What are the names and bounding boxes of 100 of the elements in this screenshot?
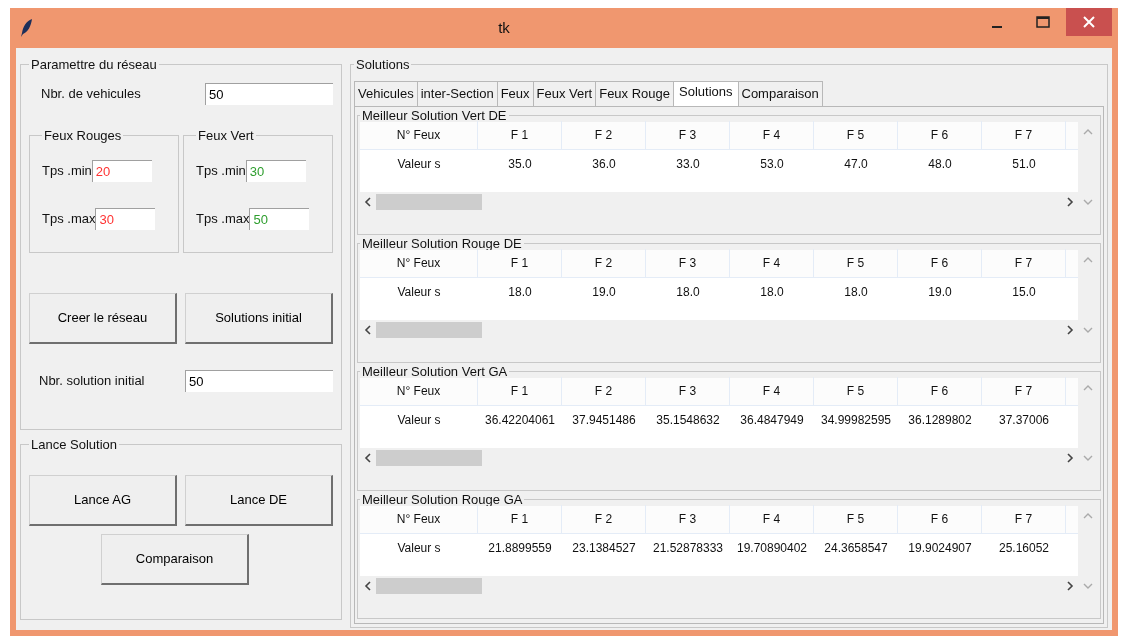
column-header: F 5 (814, 249, 898, 277)
input-field[interactable]: 50 (185, 370, 333, 392)
scroll-left-icon[interactable] (364, 580, 372, 591)
table-cell-text: 19.70890402 (735, 539, 809, 557)
action-button[interactable]: Lance DE (185, 475, 333, 526)
scroll-thumb[interactable] (376, 449, 482, 466)
column-header: F 7 (982, 121, 1066, 149)
scroll-up-icon[interactable] (1083, 511, 1093, 520)
scroll-down-icon[interactable] (1083, 325, 1093, 334)
feather-icon (20, 18, 34, 38)
column-header: F 3 (646, 505, 730, 533)
input-field[interactable]: 30 (245, 160, 306, 182)
group-title: Feux Rouges (43, 129, 123, 142)
column-header: N° Feux (360, 505, 478, 533)
table-cell-text: 51.0 (1011, 155, 1037, 173)
scroll-right-icon[interactable] (1066, 580, 1074, 591)
row-label: Valeur s (396, 411, 442, 429)
column-header: F 7 (982, 505, 1066, 533)
field-label: Tps .max (196, 210, 250, 229)
table-cell-text: 35.1548632 (655, 411, 721, 429)
column-header: F 4 (730, 249, 814, 277)
column-header: F 2 (562, 377, 646, 405)
column-header: F 5 (814, 121, 898, 149)
input-field[interactable]: 20 (91, 160, 152, 182)
scroll-right-icon[interactable] (1066, 324, 1074, 335)
column-header: F 6 (898, 505, 982, 533)
scroll-left-icon[interactable] (364, 324, 372, 335)
scroll-left-icon[interactable] (364, 452, 372, 463)
table-cell-text: 37.9451486 (571, 411, 637, 429)
scroll-up-icon[interactable] (1083, 127, 1093, 136)
close-button[interactable] (1066, 8, 1112, 36)
column-header: F 1 (478, 377, 562, 405)
input-field[interactable]: 50 (205, 83, 333, 105)
group-title: Meilleur Solution Vert DE (361, 108, 508, 122)
column-header: F 1 (478, 121, 562, 149)
group-title: Solutions (355, 58, 411, 71)
table-cell-text: 35.0 (507, 155, 533, 173)
action-button[interactable]: Lance AG (29, 475, 177, 526)
column-header: F 5 (814, 377, 898, 405)
table-cell-text: 34.99982595 (819, 411, 893, 429)
table-cell-text: 36.0 (591, 155, 617, 173)
column-header: F 4 (730, 121, 814, 149)
table-cell-text: 18.0 (843, 283, 869, 301)
table-cell-text: 19.9024907 (907, 539, 973, 557)
scroll-up-icon[interactable] (1083, 255, 1093, 264)
scroll-down-icon[interactable] (1083, 581, 1093, 590)
tab[interactable]: Solutions (673, 81, 739, 106)
column-header: F 7 (982, 377, 1066, 405)
scroll-up-icon[interactable] (1083, 383, 1093, 392)
column-header: F 3 (646, 249, 730, 277)
table-cell-text: 37.37006 (997, 411, 1051, 429)
table-cell-text: 33.0 (675, 155, 701, 173)
field-label: Tps .min (196, 162, 246, 181)
column-header: F 2 (562, 249, 646, 277)
input-field[interactable]: 50 (249, 208, 310, 230)
table-cell-text: 18.0 (759, 283, 785, 301)
input-field[interactable]: 30 (95, 208, 156, 230)
column-header: F 1 (478, 249, 562, 277)
table-cell-text: 36.1289802 (907, 411, 973, 429)
group-title: Paramettre du réseau (30, 58, 158, 71)
window-title: tk (497, 17, 511, 38)
scroll-right-icon[interactable] (1066, 196, 1074, 207)
field-label: Tps .min (42, 162, 92, 181)
maximize-icon (1036, 16, 1050, 28)
field-label: Tps .max (42, 210, 96, 229)
table-cell-text: 25.16052 (997, 539, 1051, 557)
row-label: Valeur s (396, 539, 442, 557)
table-cell-text: 18.0 (675, 283, 701, 301)
column-header: F 2 (562, 121, 646, 149)
column-header: F 4 (730, 377, 814, 405)
action-button[interactable]: Solutions initial (185, 293, 333, 344)
scroll-right-icon[interactable] (1066, 452, 1074, 463)
column-header: N° Feux (360, 121, 478, 149)
table-cell-text: 23.1384527 (571, 539, 637, 557)
minimize-icon (992, 26, 1002, 28)
row-label: Valeur s (396, 283, 442, 301)
scroll-left-icon[interactable] (364, 196, 372, 207)
table-cell-text: 21.52878333 (651, 539, 725, 557)
column-header: F 3 (646, 121, 730, 149)
table-cell-text: 15.0 (1011, 283, 1037, 301)
action-button[interactable]: Comparaison (101, 534, 249, 585)
table-cell-text: 36.42204061 (483, 411, 557, 429)
scroll-down-icon[interactable] (1083, 453, 1093, 462)
table-cell-text: 18.0 (507, 283, 533, 301)
scroll-thumb[interactable] (376, 193, 482, 210)
action-button[interactable]: Creer le réseau (29, 293, 177, 344)
scroll-thumb[interactable] (376, 321, 482, 338)
table-cell-text: 21.8899559 (487, 539, 553, 557)
tab[interactable]: Vehicules (354, 81, 418, 106)
scroll-thumb[interactable] (376, 577, 482, 594)
column-header: F 7 (982, 249, 1066, 277)
group-title: Feux Vert (197, 129, 255, 142)
table-cell-text: 36.4847949 (739, 411, 805, 429)
tab[interactable]: Comparaison (737, 81, 823, 106)
field-label: Nbr. solution initial (39, 372, 145, 391)
table-cell-text: 19.0 (927, 283, 953, 301)
scroll-down-icon[interactable] (1083, 197, 1093, 206)
table-cell-text: 53.0 (759, 155, 785, 173)
group-title: Lance Solution (30, 438, 118, 451)
table-cell-text: 48.0 (927, 155, 953, 173)
